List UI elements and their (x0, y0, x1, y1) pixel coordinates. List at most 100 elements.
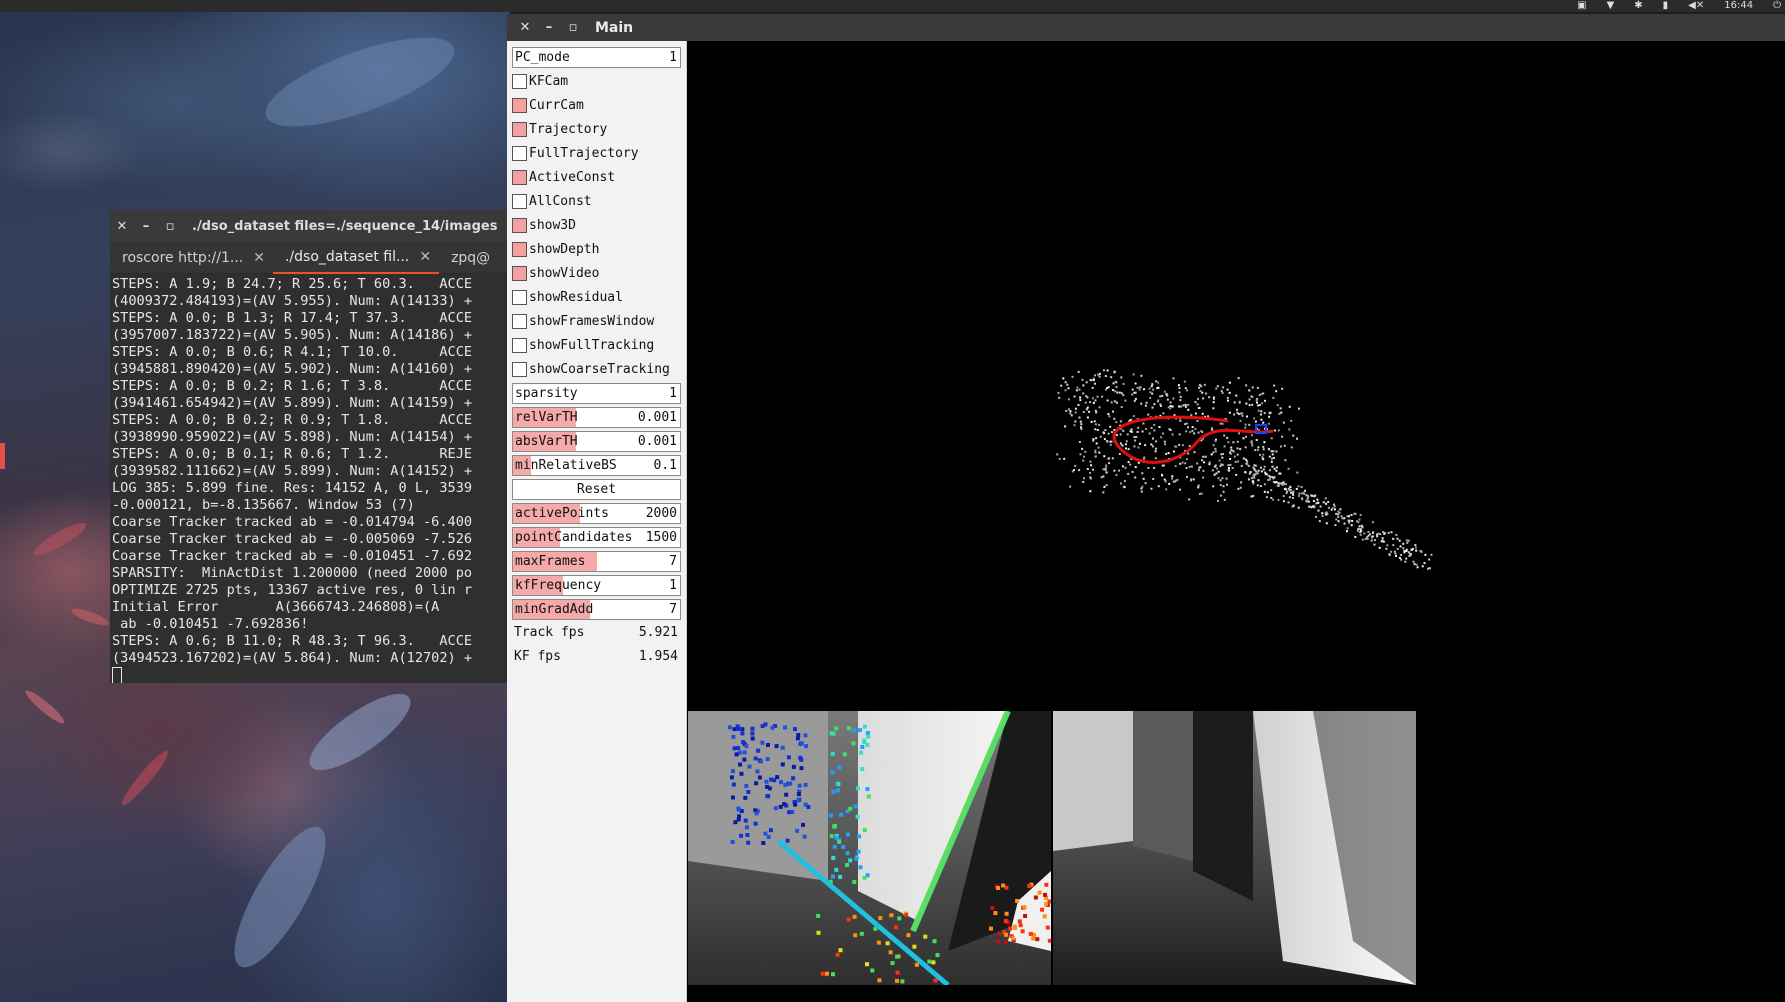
checkbox-box[interactable] (512, 362, 527, 377)
main-titlebar[interactable]: ✕ – ▫ Main (507, 14, 1785, 41)
maximize-icon[interactable]: ▫ (561, 20, 585, 35)
slider-mingradadd[interactable]: minGradAdd 7 (512, 599, 681, 620)
slider-sparsity[interactable]: sparsity 1 (512, 383, 681, 404)
checkbox-showdepth[interactable]: showDepth (512, 239, 681, 260)
cloud-point (1083, 477, 1085, 480)
main-window[interactable]: ✕ – ▫ Main PC_mode 1 KFCam CurrCam Traje… (507, 14, 1785, 1002)
cloud-point (1185, 422, 1188, 425)
clock[interactable]: 16:44 (1724, 1, 1753, 11)
slider-activepoints[interactable]: activePoints 2000 (512, 503, 681, 524)
checkbox-showvideo[interactable]: showVideo (512, 263, 681, 284)
video-view[interactable] (1053, 711, 1416, 985)
slider-absvarth[interactable]: absVarTH 0.001 (512, 431, 681, 452)
close-icon[interactable]: ✕ (110, 219, 134, 234)
cloud-point (1214, 440, 1217, 442)
minimize-icon[interactable]: – (537, 20, 561, 35)
slider-maxframes[interactable]: maxFrames 7 (512, 551, 681, 572)
cloud-point (1201, 431, 1204, 434)
depth-point (935, 953, 940, 958)
volume-mute-icon[interactable]: ◀✕ (1688, 1, 1704, 11)
checkbox-fulltrajectory[interactable]: FullTrajectory (512, 143, 681, 164)
checkbox-label: AllConst (529, 194, 592, 209)
depth-point (846, 726, 851, 731)
terminal-window[interactable]: ✕ – ▫ ./dso_dataset files=./sequence_14/… (110, 210, 510, 683)
cloud-point (1112, 382, 1115, 385)
terminal-titlebar[interactable]: ✕ – ▫ ./dso_dataset files=./sequence_14/… (110, 210, 510, 242)
minimize-icon[interactable]: – (134, 219, 158, 234)
checkbox-box[interactable] (512, 170, 527, 185)
cloud-point (1104, 468, 1107, 471)
reset-button[interactable]: Reset (512, 479, 681, 500)
checkbox-allconst[interactable]: AllConst (512, 191, 681, 212)
depth-point (853, 933, 858, 938)
checkbox-box[interactable] (512, 314, 527, 329)
checkbox-box[interactable] (512, 122, 527, 137)
checkbox-box[interactable] (512, 146, 527, 161)
checkbox-trajectory[interactable]: Trajectory (512, 119, 681, 140)
checkbox-box[interactable] (512, 98, 527, 113)
battery-icon[interactable]: ▮ (1663, 1, 1669, 11)
depth-point (895, 954, 900, 959)
checkbox-box[interactable] (512, 194, 527, 209)
cloud-point (1233, 455, 1236, 458)
slider-label: sparsity (515, 386, 578, 401)
cloud-point (1239, 448, 1242, 451)
checkbox-show3d[interactable]: show3D (512, 215, 681, 236)
checkbox-box[interactable] (512, 290, 527, 305)
terminal-output[interactable]: STEPS: A 1.9; B 24.7; R 25.6; T 60.3. AC… (110, 274, 510, 683)
terminal-tab-roscore[interactable]: roscore http://1... ✕ (110, 242, 273, 274)
checkbox-kfcam[interactable]: KFCam (512, 71, 681, 92)
checkbox-showfulltracking[interactable]: showFullTracking (512, 335, 681, 356)
checkbox-box[interactable] (512, 74, 527, 89)
terminal-tab-zpq[interactable]: zpq@ (439, 242, 498, 274)
checkbox-currcam[interactable]: CurrCam (512, 95, 681, 116)
pointcloud-3d-view[interactable] (688, 41, 1785, 711)
cloud-point (1221, 477, 1224, 480)
cloud-point (1201, 391, 1204, 394)
checkbox-box[interactable] (512, 242, 527, 257)
wifi-icon[interactable]: ▼ (1607, 1, 1615, 11)
depth-point (756, 748, 761, 753)
slider-pointcandidates[interactable]: pointCandidates 1500 (512, 527, 681, 548)
cloud-point (1085, 381, 1088, 384)
cloud-point (1216, 385, 1219, 388)
checkbox-showresidual[interactable]: showResidual (512, 287, 681, 308)
app-indicator-icon[interactable]: ▣ (1577, 1, 1586, 11)
checkbox-box[interactable] (512, 218, 527, 233)
cloud-point (1145, 428, 1147, 430)
close-icon[interactable]: ✕ (419, 249, 431, 265)
cloud-point (1124, 399, 1127, 402)
depth-point (885, 941, 890, 946)
power-icon[interactable]: ⏻ (1773, 1, 1781, 11)
cloud-point (1166, 394, 1169, 397)
cloud-point (1371, 535, 1374, 538)
slider-minrelativebs[interactable]: minRelativeBS 0.1 (512, 455, 681, 476)
checkbox-showframeswindow[interactable]: showFramesWindow (512, 311, 681, 332)
depth-point (728, 725, 732, 730)
close-icon[interactable]: ✕ (253, 250, 265, 266)
cloud-point (1112, 410, 1114, 413)
cloud-point (1221, 422, 1224, 425)
maximize-icon[interactable]: ▫ (158, 219, 182, 234)
checkbox-box[interactable] (512, 338, 527, 353)
bluetooth-icon[interactable]: ✱ (1634, 1, 1642, 11)
cloud-point (1257, 469, 1260, 472)
slider-relvarth[interactable]: relVarTH 0.001 (512, 407, 681, 428)
cloud-point (1067, 408, 1070, 411)
cloud-point (1237, 460, 1240, 463)
checkbox-box[interactable] (512, 266, 527, 281)
close-icon[interactable]: ✕ (513, 20, 537, 35)
checkbox-activeconst[interactable]: ActiveConst (512, 167, 681, 188)
cloud-point (1069, 410, 1072, 413)
depth-point (993, 911, 998, 916)
cloud-point (1245, 402, 1248, 405)
checkbox-showcoarsetracking[interactable]: showCoarseTracking (512, 359, 681, 380)
cloud-point (1236, 408, 1238, 411)
depth-view[interactable] (688, 711, 1051, 985)
cloud-point (1312, 500, 1315, 502)
pc-mode-field[interactable]: PC_mode 1 (512, 47, 681, 68)
terminal-tab-dso[interactable]: ./dso_dataset fil... ✕ (272, 242, 440, 274)
cloud-point (1151, 383, 1154, 386)
slider-kffrequency[interactable]: kfFrequency 1 (512, 575, 681, 596)
cloud-point (1211, 469, 1214, 472)
